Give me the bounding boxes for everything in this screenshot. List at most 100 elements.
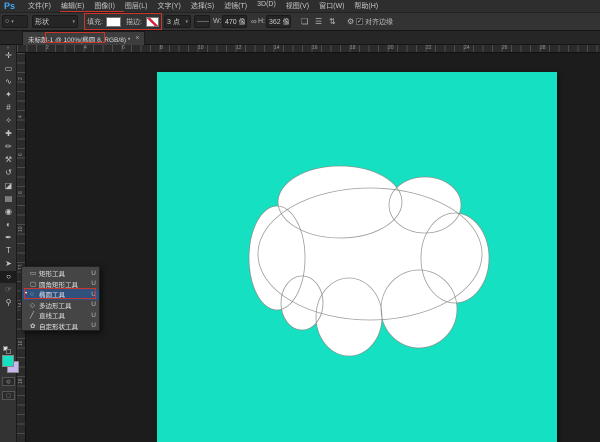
ruler-tick-label: 12 — [236, 46, 242, 51]
close-icon[interactable]: × — [135, 35, 139, 42]
path-selection-tool-icon[interactable]: ➤ — [0, 258, 17, 270]
ellipse-tool-icon[interactable]: ○ — [0, 271, 17, 283]
tool-mode-dropdown[interactable]: 形状 ▾ — [32, 15, 78, 28]
ruler-tick-label: 6 — [122, 46, 125, 51]
shortcut-key: U — [91, 322, 96, 329]
ruler-tick-label: 8 — [160, 46, 163, 51]
height-label: H: — [258, 15, 265, 28]
photoshop-logo: Ps — [4, 1, 15, 11]
menu-item[interactable]: 编辑(E) — [56, 1, 89, 11]
stroke-width-value: 3 点 — [167, 17, 180, 27]
marquee-tool-icon[interactable]: ▭ — [0, 63, 17, 75]
hand-tool-icon[interactable]: ☞ — [0, 284, 17, 296]
history-brush-tool-icon[interactable]: ↺ — [0, 167, 17, 179]
stroke-style-dropdown[interactable]: ——— ▾ — [194, 15, 210, 28]
shape-width-input[interactable]: 470 像素 — [222, 15, 247, 28]
path-alignment-icon[interactable]: ☰ — [315, 15, 322, 28]
shortcut-key: U — [91, 280, 96, 287]
shape-glyph-icon: ✿ — [30, 322, 39, 330]
chevron-down-icon: ▾ — [185, 19, 188, 25]
flyout-item-自定形状工具[interactable]: ✿自定形状工具U — [22, 321, 99, 332]
healing-brush-tool-icon[interactable]: ✚ — [0, 128, 17, 140]
ruler-tick-label: 2 — [46, 46, 49, 51]
eyedropper-tool-icon[interactable]: ✧ — [0, 115, 17, 127]
screen-mode-button[interactable]: ▢ — [2, 391, 15, 400]
eraser-tool-icon[interactable]: ◪ — [0, 180, 17, 192]
ruler-tick-label: 16 — [312, 46, 318, 51]
ruler-tick-label: 4 — [84, 46, 87, 51]
chevron-down-icon: ▾ — [72, 19, 75, 25]
ruler-tick-label: 28 — [540, 46, 546, 51]
path-arrange-icon[interactable]: ⇅ — [329, 15, 336, 28]
cloud-ellipse-shape — [157, 72, 557, 442]
annotation-box-tab — [45, 32, 105, 43]
flyout-item-label: 矩形工具 — [39, 268, 91, 278]
shortcut-key: U — [91, 270, 96, 277]
quick-selection-tool-icon[interactable]: ✦ — [0, 89, 17, 101]
menu-item[interactable]: 图像(I) — [89, 1, 120, 11]
menu-item[interactable]: 文字(Y) — [152, 1, 185, 11]
ellipse-preset-icon: ○ — [5, 18, 9, 25]
menu-item[interactable]: 视图(V) — [281, 1, 314, 11]
menu-item[interactable]: 3D(D) — [252, 1, 281, 11]
document-canvas[interactable] — [157, 72, 557, 442]
move-tool-icon[interactable]: ✛ — [0, 50, 17, 62]
gradient-tool-icon[interactable]: ▤ — [0, 193, 17, 205]
shape-width-value: 470 像素 — [225, 17, 247, 27]
align-edges-checkbox[interactable]: ✓ 对齐边缘 — [356, 15, 393, 28]
horizontal-ruler[interactable]: 246810121416182022242628 — [17, 45, 600, 53]
ruler-tick-label: 10 — [198, 46, 204, 51]
menu-item[interactable]: 滤镜(T) — [219, 1, 252, 11]
link-dimensions-icon[interactable]: ∞ — [251, 15, 257, 28]
shape-glyph-icon: ▭ — [30, 269, 39, 277]
menu-items: 文件(F)编辑(E)图像(I)图层(L)文字(Y)选择(S)滤镜(T)3D(D)… — [23, 1, 383, 11]
shortcut-key: U — [91, 301, 96, 308]
menu-item[interactable]: 选择(S) — [186, 1, 219, 11]
annotation-box-fill-stroke — [84, 13, 162, 30]
flyout-item-直线工具[interactable]: ╱直线工具U — [22, 310, 99, 321]
gear-icon[interactable]: ⚙ — [347, 15, 354, 28]
ruler-tick-label: 18 — [350, 46, 356, 51]
line-style-preview: ——— — [197, 19, 210, 25]
blur-tool-icon[interactable]: ◉ — [0, 206, 17, 218]
checkbox-check-icon: ✓ — [356, 18, 363, 25]
zoom-tool-icon[interactable]: ⚲ — [0, 297, 17, 309]
default-colors-icon[interactable] — [3, 346, 13, 354]
shape-height-input[interactable]: 362 像素 — [266, 15, 291, 28]
menu-item[interactable]: 文件(F) — [23, 1, 56, 11]
dodge-tool-icon[interactable]: ◐ — [0, 219, 17, 231]
lasso-tool-icon[interactable]: ∿ — [0, 76, 17, 88]
path-operations-icon[interactable]: ❏ — [301, 15, 308, 28]
ruler-tick-label: 6 — [19, 153, 24, 156]
flyout-item-label: 多边形工具 — [39, 300, 91, 310]
ruler-tick-label: 22 — [426, 46, 432, 51]
ruler-tick-label: 16 — [19, 340, 24, 346]
tool-preset-picker[interactable]: ○ ▾ — [2, 15, 28, 28]
ruler-tick-label: 20 — [388, 46, 394, 51]
flyout-item-多边形工具[interactable]: ◇多边形工具U — [22, 300, 99, 311]
type-tool-icon[interactable]: T — [0, 245, 17, 257]
clone-stamp-tool-icon[interactable]: ⚒ — [0, 154, 17, 166]
flyout-item-label: 直线工具 — [39, 310, 91, 320]
menu-item[interactable]: 窗口(W) — [314, 1, 349, 11]
flyout-item-label: 自定形状工具 — [39, 321, 91, 331]
ruler-tick-label: 26 — [502, 46, 508, 51]
tool-mode-value: 形状 — [35, 17, 49, 27]
menu-item[interactable]: 图层(L) — [120, 1, 153, 11]
foreground-color-swatch[interactable] — [2, 355, 14, 367]
shape-tools-flyout-menu: ▭矩形工具U▢圆角矩形工具U•○椭圆工具U◇多边形工具U╱直线工具U✿自定形状工… — [21, 266, 100, 331]
ruler-tick-label: 8 — [19, 191, 24, 194]
brush-tool-icon[interactable]: ✏ — [0, 141, 17, 153]
annotation-box-ellipse-tool — [24, 288, 96, 299]
chevron-down-icon: ▾ — [11, 19, 14, 25]
ruler-tick-label: 4 — [19, 115, 24, 118]
pen-tool-icon[interactable]: ✒ — [0, 232, 17, 244]
crop-tool-icon[interactable]: # — [0, 102, 17, 114]
vertical-ruler[interactable]: 24681012141618 — [17, 53, 26, 442]
quick-mask-button[interactable]: ◎ — [2, 377, 15, 386]
width-label: W: — [213, 15, 221, 28]
flyout-item-矩形工具[interactable]: ▭矩形工具U — [22, 268, 99, 279]
menu-item[interactable]: 帮助(H) — [349, 1, 383, 11]
stroke-width-field[interactable]: 3 点 ▾ — [164, 15, 191, 28]
shortcut-key: U — [91, 312, 96, 319]
